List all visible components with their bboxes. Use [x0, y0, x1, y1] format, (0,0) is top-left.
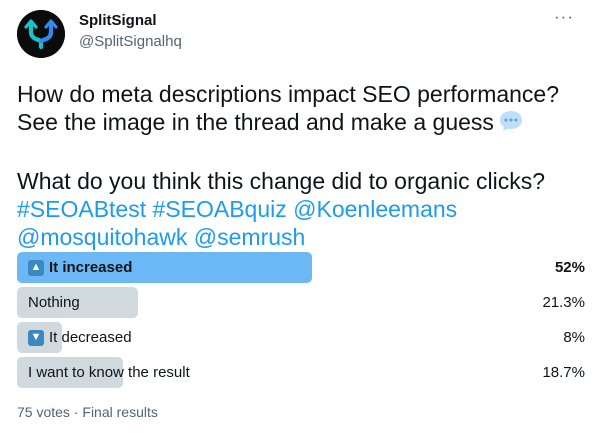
- poll-option-label: I want to know the result: [28, 364, 190, 381]
- poll-option-percent: 18.7%: [542, 364, 585, 381]
- arrow-up-icon: ▲: [28, 259, 44, 276]
- hashtag-link[interactable]: #SEOABtest: [17, 196, 146, 222]
- poll-meta: 75 votes · Final results: [17, 404, 158, 420]
- poll-option: Nothing 21.3%: [17, 285, 585, 320]
- speech-bubble-icon: [498, 109, 524, 139]
- poll-option-percent: 21.3%: [542, 294, 585, 311]
- mention-line: @mosquitohawk @semrush: [17, 223, 587, 251]
- poll-option: I want to know the result 18.7%: [17, 355, 585, 390]
- hashtag-link[interactable]: #SEOABquiz: [153, 196, 287, 222]
- tweet-line-with-emoji: See the image in the thread and make a g…: [17, 108, 587, 139]
- author-handle[interactable]: @SplitSignalhq: [79, 33, 182, 50]
- poll: ▲ It increased 52% Nothing 21.3% ▼ It decr…: [17, 250, 585, 390]
- poll-status: Final results: [82, 404, 158, 420]
- mention-link[interactable]: @Koenleemans: [293, 196, 457, 222]
- hashtag-line: #SEOABtest #SEOABquiz @Koenleemans: [17, 195, 587, 223]
- poll-option-label: Nothing: [28, 294, 80, 311]
- tweet-line: How do meta descriptions impact SEO perf…: [17, 81, 560, 107]
- poll-option: ▼ It decreased 8%: [17, 320, 585, 355]
- vote-count: 75 votes: [17, 404, 70, 420]
- tweet-line-text: See the image in the thread and make a g…: [17, 109, 494, 135]
- avatar[interactable]: [17, 10, 65, 58]
- author-name[interactable]: SplitSignal: [79, 12, 157, 29]
- meta-separator: ·: [73, 404, 79, 420]
- tweet-line: What do you think this change did to org…: [17, 168, 546, 194]
- mention-link[interactable]: @mosquitohawk: [17, 224, 187, 250]
- tweet-text: How do meta descriptions impact SEO perf…: [17, 80, 587, 251]
- poll-option: ▲ It increased 52%: [17, 250, 585, 285]
- poll-option-percent: 52%: [554, 259, 585, 276]
- poll-option-label: ▼ It decreased: [17, 320, 132, 355]
- more-options-button[interactable]: ···: [554, 8, 574, 25]
- poll-option-percent: 8%: [563, 329, 585, 346]
- mention-link[interactable]: @semrush: [194, 224, 306, 250]
- poll-option-label: ▲ It increased: [17, 250, 132, 285]
- arrow-down-icon: ▼: [28, 329, 44, 346]
- splitsignal-logo-icon: [17, 10, 65, 58]
